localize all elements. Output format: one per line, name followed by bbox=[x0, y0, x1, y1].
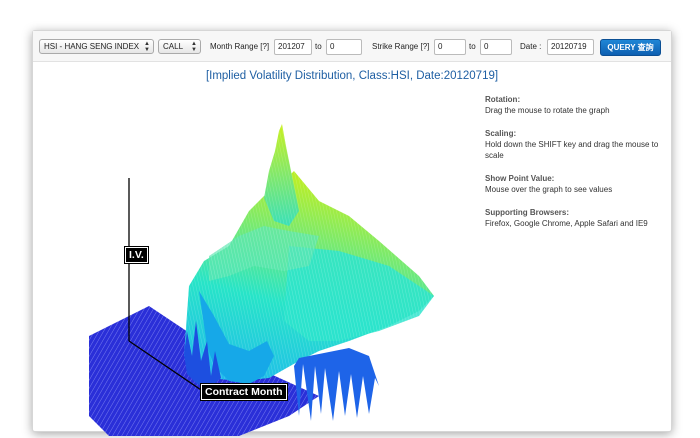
point-value-section: Show Point Value: Mouse over the graph t… bbox=[485, 173, 667, 195]
browsers-section: Supporting Browsers: Firefox, Google Chr… bbox=[485, 207, 667, 229]
date-input[interactable]: 20120719 bbox=[547, 39, 594, 55]
strike-to-label: to bbox=[469, 42, 476, 51]
point-value-text: Mouse over the graph to see values bbox=[485, 185, 613, 194]
date-label: Date : bbox=[520, 42, 542, 51]
class-select[interactable]: HSI - HANG SENG INDEX ▲ ▼ bbox=[39, 39, 154, 54]
select-arrows-icon: ▲ ▼ bbox=[191, 41, 197, 53]
browsers-text: Firefox, Google Chrome, Apple Safari and… bbox=[485, 219, 648, 228]
browsers-heading: Supporting Browsers: bbox=[485, 208, 570, 217]
surface-front-spikes bbox=[294, 348, 379, 421]
iv-surface-plot[interactable]: I.V. Contract Month bbox=[89, 116, 469, 436]
class-select-value: HSI - HANG SENG INDEX bbox=[44, 42, 140, 51]
scaling-heading: Scaling: bbox=[485, 129, 517, 138]
iv-panel: HSI - HANG SENG INDEX ▲ ▼ CALL ▲ ▼ Month R… bbox=[32, 30, 672, 436]
scaling-section: Scaling: Hold down the SHIFT key and dra… bbox=[485, 128, 667, 161]
strike-to-input[interactable]: 0 bbox=[480, 39, 512, 55]
month-to-label: to bbox=[315, 42, 322, 51]
scaling-text: Hold down the SHIFT key and drag the mou… bbox=[485, 140, 659, 160]
month-to-input[interactable]: 0 bbox=[326, 39, 362, 55]
chart-title: [Implied Volatility Distribution, Class:… bbox=[205, 70, 499, 82]
month-from-input[interactable]: 201207 bbox=[274, 39, 312, 55]
query-button[interactable]: QUERY 查詢 bbox=[600, 39, 661, 56]
strike-from-input[interactable]: 0 bbox=[434, 39, 466, 55]
strike-range-label: Strike Range [?] bbox=[372, 42, 430, 51]
select-arrows-icon: ▲ ▼ bbox=[144, 41, 150, 53]
rotation-heading: Rotation: bbox=[485, 95, 521, 104]
instructions-panel: Rotation: Drag the mouse to rotate the g… bbox=[485, 94, 667, 241]
type-select[interactable]: CALL ▲ ▼ bbox=[158, 39, 201, 54]
point-value-heading: Show Point Value: bbox=[485, 174, 555, 183]
rotation-section: Rotation: Drag the mouse to rotate the g… bbox=[485, 94, 667, 116]
type-select-value: CALL bbox=[163, 42, 184, 51]
month-range-label: Month Range [?] bbox=[210, 42, 270, 51]
rotation-text: Drag the mouse to rotate the graph bbox=[485, 106, 610, 115]
query-toolbar: HSI - HANG SENG INDEX ▲ ▼ CALL ▲ ▼ Month R… bbox=[33, 31, 671, 62]
iv-axis-label: I.V. bbox=[125, 247, 148, 263]
contract-month-axis-label: Contract Month bbox=[201, 384, 287, 400]
